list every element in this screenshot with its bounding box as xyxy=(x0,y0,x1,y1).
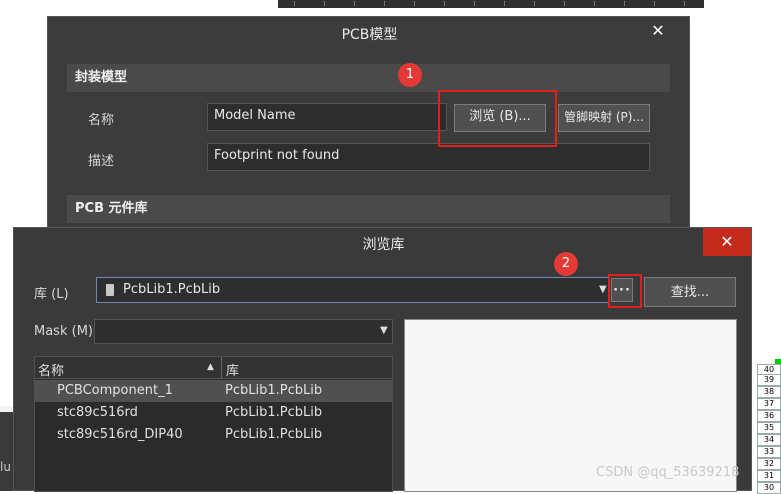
row-library: PcbLib1.PcbLib xyxy=(225,383,323,398)
row-library: PcbLib1.PcbLib xyxy=(225,427,323,442)
mask-select[interactable]: ▼ xyxy=(94,319,393,344)
component-table: 名称 ▲ 库 PCBComponent_1 PcbLib1.PcbLib stc… xyxy=(34,356,393,492)
pin-number: 30 xyxy=(757,482,781,494)
pin-map-button[interactable]: 管脚映射 (P)... xyxy=(558,104,650,132)
annotation-badge-2: 2 xyxy=(554,252,578,276)
watermark: CSDN @qq_53639218 xyxy=(596,465,740,480)
column-header-library[interactable]: 库 xyxy=(226,360,239,379)
schematic-pin-column: 40 39 38 37 36 35 34 33 32 31 30 xyxy=(757,362,781,494)
background-partial-text: lu xyxy=(0,460,11,474)
chevron-down-icon: ▼ xyxy=(599,284,607,295)
description-label: 描述 xyxy=(88,154,115,169)
close-button[interactable]: ✕ xyxy=(703,228,751,256)
annotation-badge-1: 1 xyxy=(398,63,422,87)
highlight-box-more xyxy=(608,274,642,308)
sort-up-icon: ▲ xyxy=(207,362,214,372)
description-field[interactable]: Footprint not found xyxy=(207,143,650,171)
table-row[interactable]: stc89c516rd_DIP40 PcbLib1.PcbLib xyxy=(35,424,392,446)
row-name: stc89c516rd_DIP40 xyxy=(57,427,183,442)
pin-number: 33 xyxy=(757,446,781,458)
highlight-box-browse xyxy=(438,90,557,147)
mask-label: Mask (M) xyxy=(34,324,93,339)
pcb-model-dialog: PCB模型 ✕ 封装模型 名称 Model Name 浏览 (B)... 管脚映… xyxy=(47,16,690,236)
table-row[interactable]: stc89c516rd PcbLib1.PcbLib xyxy=(35,402,392,424)
pin-number: 32 xyxy=(757,458,781,470)
pin-number: 31 xyxy=(757,470,781,482)
section-pcb-library: PCB 元件库 xyxy=(67,195,670,223)
library-file-icon xyxy=(106,284,114,296)
pin-number: 34 xyxy=(757,434,781,446)
library-select[interactable]: PcbLib1.PcbLib ▼ xyxy=(96,277,610,303)
dialog-title: 浏览库 xyxy=(362,237,405,253)
row-library: PcbLib1.PcbLib xyxy=(225,405,323,420)
table-row[interactable]: PCBComponent_1 PcbLib1.PcbLib xyxy=(35,380,392,402)
column-divider xyxy=(221,357,222,379)
close-icon[interactable]: ✕ xyxy=(648,21,668,41)
name-field[interactable]: Model Name xyxy=(207,103,447,131)
library-label: 库 (L) xyxy=(34,287,69,302)
background-toolbar xyxy=(278,0,704,8)
background-panel xyxy=(0,412,14,491)
column-header-name[interactable]: 名称 xyxy=(38,360,64,379)
pin-number: 38 xyxy=(757,386,781,398)
pin-number: 35 xyxy=(757,422,781,434)
table-header: 名称 ▲ 库 xyxy=(35,357,392,379)
chevron-down-icon: ▼ xyxy=(380,325,388,336)
pin-number: 36 xyxy=(757,410,781,422)
browse-library-dialog: 浏览库 ✕ 库 (L) PcbLib1.PcbLib ▼ ··· 查找... M… xyxy=(13,227,752,492)
find-button[interactable]: 查找... xyxy=(644,277,736,307)
pin-number: 39 xyxy=(757,374,781,386)
row-name: PCBComponent_1 xyxy=(57,383,173,398)
section-footprint-model: 封装模型 xyxy=(67,64,670,92)
pin-number: 37 xyxy=(757,398,781,410)
row-name: stc89c516rd xyxy=(57,405,138,420)
name-label: 名称 xyxy=(88,113,115,128)
library-select-value: PcbLib1.PcbLib xyxy=(123,282,221,297)
dialog-title: PCB模型 xyxy=(341,27,398,43)
